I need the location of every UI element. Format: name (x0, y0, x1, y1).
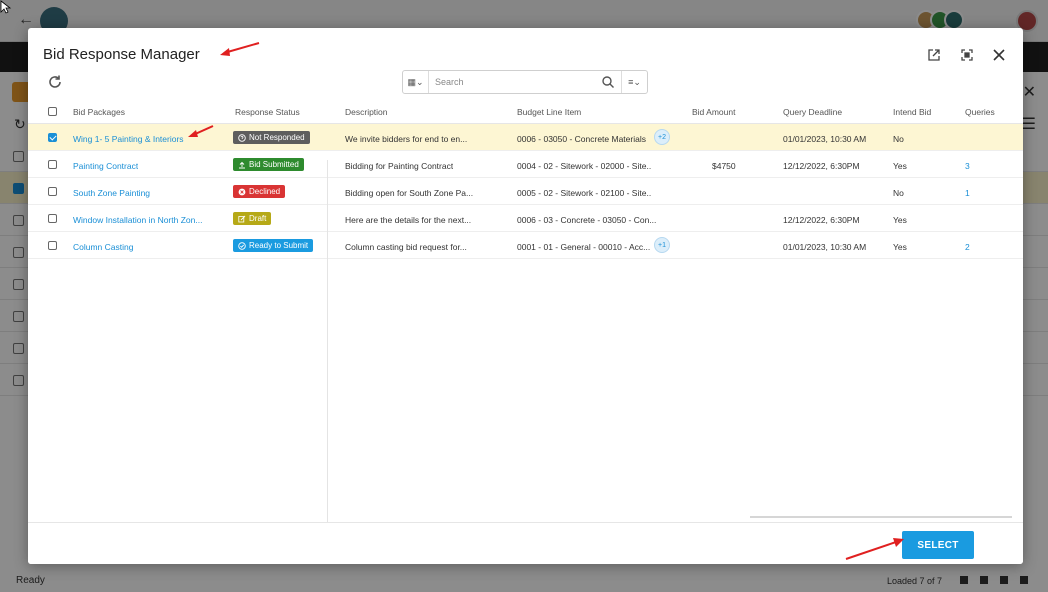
table-row[interactable]: Window Installation in North Zon... Draf… (28, 205, 1023, 232)
query-deadline-cell: 01/01/2023, 10:30 AM (783, 134, 867, 144)
column-header-bid-packages[interactable]: Bid Packages (73, 107, 125, 117)
column-header-response-status[interactable]: Response Status (235, 107, 300, 117)
table-row[interactable]: Wing 1- 5 Painting & Interiors Not Respo… (28, 124, 1023, 151)
row-checkbox[interactable] (48, 241, 57, 250)
intend-bid-cell: No (893, 188, 904, 198)
column-header-budget-line-item[interactable]: Budget Line Item (517, 107, 581, 117)
column-header-description[interactable]: Description (345, 107, 388, 117)
row-checkbox[interactable] (48, 160, 57, 169)
dialog-footer: SELECT (28, 522, 1023, 564)
budget-line-item-cell: 0001 - 01 - General - 00010 - Acc... (517, 242, 651, 252)
chevron-down-icon: ⌄ (415, 76, 424, 87)
description-cell: Column casting bid request for... (345, 242, 467, 252)
column-header-bid-amount[interactable]: Bid Amount (692, 107, 735, 117)
more-items-pill[interactable]: +1 (654, 237, 670, 253)
status-badge: Draft (233, 212, 272, 225)
chevron-down-icon: ⌄ (633, 76, 641, 87)
budget-line-item-cell: 0006 - 03050 - Concrete Materials (517, 134, 646, 144)
dialog-title: Bid Response Manager (43, 46, 200, 63)
description-cell: Bidding open for South Zone Pa... (345, 188, 474, 198)
search-input[interactable] (429, 72, 601, 92)
intend-bid-cell: Yes (893, 161, 907, 171)
description-cell: Bidding for Painting Contract (345, 161, 454, 171)
queries-count-link[interactable]: 2 (965, 242, 970, 252)
status-badge-label: Not Responded (249, 133, 305, 142)
bid-package-link[interactable]: Wing 1- 5 Painting & Interiors (73, 134, 184, 144)
check-circle-icon (238, 241, 246, 250)
grid-header: Bid Packages Response Status Description… (28, 98, 1023, 124)
query-deadline-cell: 12/12/2022, 6:30PM (783, 215, 860, 225)
queries-count-link[interactable]: 1 (965, 188, 970, 198)
column-header-intend-bid[interactable]: Intend Bid (893, 107, 931, 117)
column-header-query-deadline[interactable]: Query Deadline (783, 107, 842, 117)
dialog-toolbar: ▦⌄ ≡⌄ (28, 68, 1023, 98)
description-cell: Here are the details for the next... (345, 215, 472, 225)
status-badge: Bid Submitted (233, 158, 304, 171)
intend-bid-cell: Yes (893, 242, 907, 252)
status-badge: Declined (233, 185, 286, 198)
bid-package-link[interactable]: Painting Contract (73, 161, 138, 171)
bid-response-manager-dialog: Bid Response Manager ▦⌄ ≡⌄ Bid Packages … (28, 28, 1023, 564)
help-circle-icon (238, 133, 246, 142)
edit-icon (238, 215, 246, 222)
intend-bid-cell: Yes (893, 215, 907, 225)
pinned-column-divider (327, 160, 328, 522)
bid-package-link[interactable]: Window Installation in North Zon... (73, 215, 202, 225)
table-row[interactable]: Column Casting Ready to Submit Column ca… (28, 232, 1023, 259)
status-badge-label: Ready to Submit (249, 241, 309, 250)
budget-line-item-cell: 0006 - 03 - Concrete - 03050 - Con... (517, 215, 657, 225)
status-badge: Not Responded (233, 131, 310, 144)
x-circle-icon (238, 188, 246, 195)
bid-package-link[interactable]: South Zone Painting (73, 188, 150, 198)
refresh-icon[interactable] (47, 74, 63, 90)
search-scope-dropdown[interactable]: ▦ ⌄ (403, 71, 429, 93)
select-button[interactable]: SELECT (902, 531, 974, 559)
status-badge: Ready to Submit (233, 239, 314, 252)
status-badge-label: Declined (249, 187, 281, 196)
upload-icon (239, 161, 245, 168)
maximize-icon[interactable] (958, 46, 976, 64)
select-all-checkbox[interactable] (48, 107, 57, 116)
row-checkbox[interactable] (48, 187, 57, 196)
more-items-pill[interactable]: +2 (654, 129, 670, 145)
budget-line-item-cell: 0005 - 02 - Sitework - 02100 - Site.. (517, 188, 652, 198)
filter-dropdown[interactable]: ≡ ⌄ (621, 71, 647, 93)
bid-package-link[interactable]: Column Casting (73, 242, 133, 252)
status-badge-label: Bid Submitted (249, 160, 299, 169)
mouse-cursor-icon (0, 0, 12, 14)
table-row[interactable]: Painting Contract Bid Submitted Bidding … (28, 151, 1023, 178)
search-icon[interactable] (601, 75, 615, 89)
intend-bid-cell: No (893, 134, 904, 144)
horizontal-scrollbar[interactable] (750, 516, 1012, 518)
search-box: ▦⌄ ≡⌄ (402, 70, 648, 94)
queries-count-link[interactable]: 3 (965, 161, 970, 171)
row-checkbox[interactable] (48, 133, 57, 142)
description-cell: We invite bidders for end to en... (345, 134, 468, 144)
bid-packages-grid: Bid Packages Response Status Description… (28, 98, 1023, 522)
open-external-icon[interactable] (925, 46, 943, 64)
column-header-queries[interactable]: Queries (965, 107, 995, 117)
query-deadline-cell: 01/01/2023, 10:30 AM (783, 242, 867, 252)
query-deadline-cell: 12/12/2022, 6:30PM (783, 161, 860, 171)
row-checkbox[interactable] (48, 214, 57, 223)
table-row[interactable]: South Zone Painting Declined Bidding ope… (28, 178, 1023, 205)
layers-icon: ▦ (407, 76, 416, 87)
status-badge-label: Draft (249, 214, 267, 223)
budget-line-item-cell: 0004 - 02 - Sitework - 02000 - Site.. (517, 161, 652, 171)
close-icon[interactable] (990, 46, 1008, 64)
bid-amount-cell: $4750 (712, 161, 736, 171)
